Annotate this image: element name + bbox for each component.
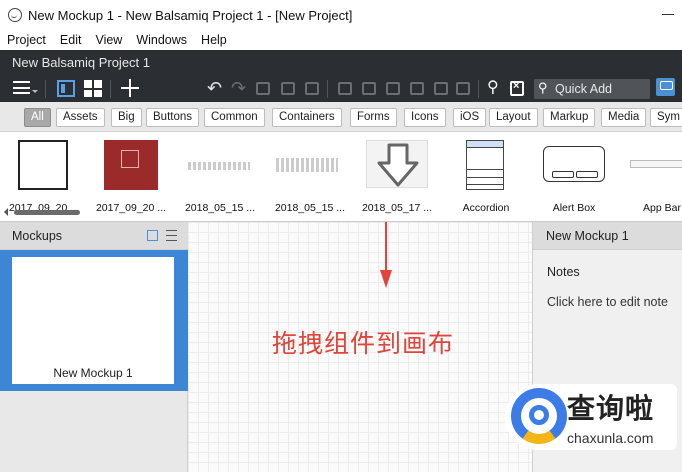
clear-icon[interactable] — [510, 80, 524, 96]
bring-forward-icon[interactable] — [386, 82, 400, 95]
align-icon[interactable] — [362, 82, 376, 95]
quick-add-input[interactable]: ⚲ Quick Add — [534, 79, 650, 99]
category-buttons[interactable]: Buttons — [146, 108, 199, 127]
chevron-down-icon[interactable] — [32, 90, 38, 93]
group-icon[interactable] — [338, 82, 352, 95]
category-ios[interactable]: iOS — [453, 108, 487, 127]
minimize-button[interactable] — [662, 8, 676, 20]
component-label: 2018_05_15 ... — [184, 202, 256, 214]
grid-view-icon[interactable] — [84, 80, 102, 97]
project-toolbar: New Balsamiq Project 1 ↶ ↷ ⚲ ⚲ Quick Add — [0, 50, 682, 102]
toolbar-divider — [45, 80, 46, 98]
undo-icon[interactable]: ↶ — [207, 79, 222, 97]
mockups-panel: Mockups New Mockup 1 — [0, 222, 188, 472]
drag-instruction: 拖拽组件到画布 — [272, 329, 455, 358]
notes-field[interactable]: Click here to edit note — [547, 295, 668, 309]
toolbar-divider — [478, 80, 479, 98]
balsamiq-app-icon — [8, 8, 22, 22]
category-all[interactable]: All — [24, 108, 51, 127]
watermark-url: chaxunla.com — [567, 430, 654, 446]
thumbnail-view-icon[interactable] — [147, 230, 158, 241]
component-label: 2018_05_17 ... — [361, 202, 433, 214]
single-view-icon[interactable] — [57, 80, 75, 97]
down-arrow-icon — [380, 222, 392, 288]
category-markup[interactable]: Markup — [543, 108, 596, 127]
quick-add-placeholder: Quick Add — [555, 82, 612, 96]
menu-edit[interactable]: Edit — [60, 33, 82, 47]
menu-view[interactable]: View — [95, 33, 122, 47]
component-label: 2018_05_15 ... — [274, 202, 346, 214]
search-icon[interactable]: ⚲ — [487, 79, 499, 97]
category-sym[interactable]: Sym — [650, 108, 682, 127]
hamburger-menu-icon[interactable] — [13, 81, 30, 94]
delete-icon[interactable] — [456, 82, 470, 95]
mockup-canvas[interactable]: 拖拽组件到画布 — [188, 222, 532, 472]
component-item[interactable]: 2017_09_20 ... — [89, 138, 173, 214]
inspector-title: New Mockup 1 — [546, 229, 629, 243]
add-mockup-icon[interactable] — [120, 78, 140, 98]
scroll-left-arrow-icon[interactable] — [4, 208, 8, 216]
menu-bar: Project Edit View Windows Help — [0, 30, 682, 50]
search-icon: ⚲ — [538, 80, 548, 95]
inspector-header: New Mockup 1 — [533, 222, 682, 250]
component-item-app-bar[interactable]: App Bar — [620, 138, 682, 214]
component-item-accordion[interactable]: Accordion — [444, 138, 528, 214]
component-item-alert-box[interactable]: Alert Box — [532, 138, 616, 214]
category-media[interactable]: Media — [601, 108, 647, 127]
component-label: App Bar — [643, 202, 681, 214]
copy-icon[interactable] — [256, 82, 270, 95]
cut-icon[interactable] — [281, 82, 295, 95]
ui-library-category-bar: All Assets Big Buttons Common Containers… — [0, 102, 682, 132]
category-assets[interactable]: Assets — [56, 108, 105, 127]
lock-icon[interactable] — [434, 82, 448, 95]
properties-panel-icon[interactable] — [656, 78, 675, 96]
watermark: 查询啦 chaxunla.com — [505, 384, 677, 450]
component-label: Alert Box — [552, 202, 596, 214]
window-title-bar: New Mockup 1 - New Balsamiq Project 1 - … — [0, 0, 682, 30]
component-item[interactable]: 2018_05_15 ... — [268, 138, 352, 214]
category-icons[interactable]: Icons — [404, 108, 446, 127]
menu-project[interactable]: Project — [7, 33, 46, 47]
send-backward-icon[interactable] — [410, 82, 424, 95]
watermark-brand: 查询啦 — [567, 392, 655, 425]
paste-icon[interactable] — [305, 82, 319, 95]
category-layout[interactable]: Layout — [489, 108, 538, 127]
mockup-preview — [12, 257, 174, 384]
toolbar-divider — [110, 80, 111, 98]
mockups-panel-header: Mockups — [0, 222, 188, 250]
horizontal-scrollbar[interactable] — [14, 210, 80, 215]
menu-help[interactable]: Help — [201, 33, 227, 47]
window-title: New Mockup 1 - New Balsamiq Project 1 - … — [28, 7, 353, 23]
toolbar-divider — [327, 80, 328, 98]
component-item[interactable]: 2018_05_17 ... — [355, 138, 439, 214]
redo-icon[interactable]: ↷ — [231, 79, 246, 97]
component-label: 2017_09_20 ... — [95, 202, 167, 214]
menu-windows[interactable]: Windows — [136, 33, 187, 47]
component-item[interactable]: 2017_09_20 ... — [2, 138, 86, 214]
watermark-logo — [511, 388, 567, 444]
category-big[interactable]: Big — [111, 108, 142, 127]
notes-label: Notes — [547, 265, 580, 279]
component-item[interactable]: 2018_05_15 ... — [178, 138, 262, 214]
project-title: New Balsamiq Project 1 — [12, 55, 150, 70]
mockups-panel-title: Mockups — [12, 229, 63, 243]
component-label: Accordion — [462, 202, 510, 214]
mockup-card-selected[interactable]: New Mockup 1 — [0, 250, 188, 391]
list-view-icon[interactable] — [166, 230, 177, 241]
category-containers[interactable]: Containers — [272, 108, 342, 127]
component-strip: 2017_09_20 ... 2017_09_20 ... 2018_05_15… — [0, 132, 682, 222]
category-forms[interactable]: Forms — [350, 108, 397, 127]
category-common[interactable]: Common — [204, 108, 265, 127]
mockup-name: New Mockup 1 — [53, 366, 133, 380]
